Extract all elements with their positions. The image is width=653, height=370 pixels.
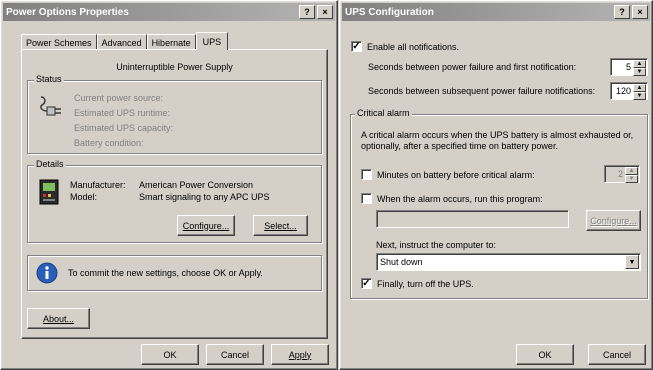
tab-advanced[interactable]: Advanced <box>96 34 147 50</box>
spin-up-icon[interactable]: ▲ <box>625 167 638 175</box>
minutes-label: Minutes on battery before critical alarm… <box>377 170 535 180</box>
ok-button[interactable]: OK <box>516 344 574 365</box>
first-notification-label: Seconds between power failure and first … <box>368 62 577 72</box>
tab-ups[interactable]: UPS <box>195 32 229 50</box>
program-path-field[interactable] <box>376 210 569 228</box>
power-options-window: Power Options Properties ? × Power Schem… <box>0 0 338 370</box>
first-notification-value: 5 <box>625 62 631 72</box>
cancel-button[interactable]: Cancel <box>588 344 646 365</box>
ups-configuration-window: UPS Configuration ? × ✓ Enable all notif… <box>339 0 653 370</box>
critical-alarm-group: Critical alarm A critical alarm occurs w… <box>350 108 648 299</box>
title-bar[interactable]: UPS Configuration ? × <box>342 3 650 21</box>
manufacturer-value: American Power Conversion <box>139 180 254 190</box>
ups-heading: Uninterruptible Power Supply <box>116 62 233 72</box>
critical-alarm-label: Critical alarm <box>355 108 412 118</box>
ups-device-icon <box>38 179 60 205</box>
enable-notifications-checkbox[interactable]: ✓ <box>351 41 362 52</box>
next-instruct-label: Next, instruct the computer to: <box>376 240 497 250</box>
subsequent-notification-value: 120 <box>615 86 631 96</box>
help-button[interactable]: ? <box>299 5 315 19</box>
plug-icon <box>38 93 64 119</box>
info-text: To commit the new settings, choose OK or… <box>68 268 263 278</box>
manufacturer-label: Manufacturer: <box>70 180 126 190</box>
details-group-label: Details <box>34 159 66 169</box>
critical-desc-line2: optionally, after a specified time on ba… <box>361 141 558 151</box>
configure-button[interactable]: Configure... <box>177 215 235 236</box>
model-value: Smart signaling to any APC UPS <box>139 192 270 202</box>
turn-off-ups-label: Finally, turn off the UPS. <box>377 279 474 289</box>
help-button[interactable]: ? <box>614 5 630 19</box>
critical-desc-line1: A critical alarm occurs when the UPS bat… <box>361 130 634 140</box>
window-title: UPS Configuration <box>345 6 434 18</box>
spin-down-icon[interactable]: ▼ <box>625 175 638 183</box>
chevron-down-icon[interactable]: ▼ <box>625 255 639 269</box>
status-current-source: Current power source: <box>74 93 164 103</box>
cancel-button[interactable]: Cancel <box>206 344 264 365</box>
tab-power-schemes[interactable]: Power Schemes <box>21 34 97 50</box>
model-label: Model: <box>70 192 98 202</box>
details-group: Details Manufacturer: American Power Con… <box>27 159 322 243</box>
run-program-checkbox[interactable] <box>361 193 372 204</box>
critical-configure-button[interactable]: Configure... <box>586 210 641 231</box>
about-button-label: About... <box>42 313 75 324</box>
ups-tab-panel: Uninterruptible Power Supply Status Curr… <box>21 49 328 339</box>
configure-button-label: Configure... <box>182 220 230 231</box>
spin-up-icon[interactable]: ▲ <box>633 60 646 68</box>
first-notification-spinner[interactable]: 5 ▲ ▼ <box>610 58 648 76</box>
status-group-label: Status <box>34 74 64 84</box>
tab-hibernate[interactable]: Hibernate <box>146 34 196 50</box>
minutes-value: 2 <box>617 169 623 179</box>
spinner-buttons[interactable]: ▲ ▼ <box>633 60 646 76</box>
minutes-spinner[interactable]: 2 ▲ ▼ <box>604 165 640 183</box>
status-runtime: Estimated UPS runtime: <box>74 108 171 118</box>
subsequent-notification-label: Seconds between subsequent power failure… <box>368 86 596 96</box>
close-button[interactable]: × <box>317 5 333 19</box>
info-icon <box>36 262 58 284</box>
about-button[interactable]: About... <box>27 308 90 329</box>
status-group: Status Current power source: Estimated U… <box>27 74 322 154</box>
status-battery: Battery condition: <box>74 138 144 148</box>
apply-button[interactable]: Apply <box>271 344 329 365</box>
title-bar[interactable]: Power Options Properties ? × <box>3 3 335 21</box>
spin-down-icon[interactable]: ▼ <box>633 92 646 100</box>
shutdown-action-value: Shut down <box>380 257 423 267</box>
shutdown-action-select[interactable]: Shut down ▼ <box>376 253 641 271</box>
turn-off-ups-checkbox[interactable]: ✓ <box>361 278 372 289</box>
close-button[interactable]: × <box>632 5 648 19</box>
apply-button-label: Apply <box>288 349 312 360</box>
subsequent-notification-spinner[interactable]: 120 ▲ ▼ <box>610 82 648 100</box>
spin-down-icon[interactable]: ▼ <box>633 68 646 76</box>
spinner-buttons[interactable]: ▲ ▼ <box>625 167 638 183</box>
status-capacity: Estimated UPS capacity: <box>74 123 174 133</box>
window-title: Power Options Properties <box>6 6 129 18</box>
enable-notifications-label: Enable all notifications. <box>367 42 460 52</box>
select-button-label: Select... <box>264 220 297 231</box>
tab-strip: Power Schemes Advanced Hibernate UPS <box>21 32 229 50</box>
critical-configure-label: Configure... <box>590 215 637 226</box>
spinner-buttons[interactable]: ▲ ▼ <box>633 84 646 100</box>
run-program-label: When the alarm occurs, run this program: <box>377 194 543 204</box>
spin-up-icon[interactable]: ▲ <box>633 84 646 92</box>
ok-button[interactable]: OK <box>141 344 199 365</box>
info-box: To commit the new settings, choose OK or… <box>27 255 322 291</box>
minutes-checkbox[interactable] <box>361 169 372 180</box>
select-button[interactable]: Select... <box>253 215 308 236</box>
